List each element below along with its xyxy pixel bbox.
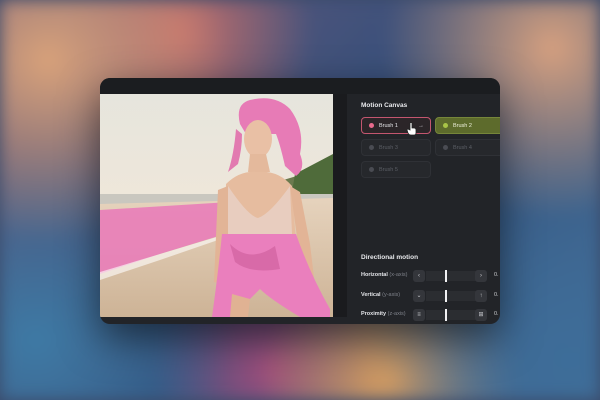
image-canvas[interactable] bbox=[100, 94, 333, 317]
horizontal-label: Horizontal (x-axis) bbox=[361, 272, 408, 278]
chevron-right-icon[interactable]: › bbox=[475, 270, 487, 282]
horizontal-slider-thumb[interactable] bbox=[445, 270, 447, 282]
proximity-slider-thumb[interactable] bbox=[445, 309, 447, 321]
beach-photo bbox=[100, 94, 333, 317]
horizontal-value: 0. bbox=[494, 272, 499, 278]
brush-5-color-dot bbox=[369, 167, 374, 172]
vertical-label: Vertical (y-axis) bbox=[361, 292, 401, 298]
brush-4-label: Brush 4 bbox=[453, 144, 472, 151]
chevron-left-icon[interactable]: ‹ bbox=[413, 270, 425, 282]
hand-pointer-icon bbox=[406, 122, 417, 136]
brush-3-button[interactable]: Brush 3 bbox=[361, 139, 431, 156]
brush-2-label: Brush 2 bbox=[453, 122, 472, 129]
proximity-motion-row: Proximity (z-axis) ≡ ⊞ 0. bbox=[361, 309, 500, 321]
directional-motion-title: Directional motion bbox=[361, 254, 419, 261]
brush-2-button[interactable]: Brush 2 bbox=[435, 117, 500, 134]
brush-5-label: Brush 5 bbox=[379, 166, 398, 173]
horizontal-motion-row: Horizontal (x-axis) ‹ › 0. bbox=[361, 270, 500, 282]
brush-1-color-dot bbox=[369, 123, 374, 128]
horizontal-slider-track[interactable] bbox=[426, 271, 478, 281]
brush-4-button[interactable]: Brush 4 bbox=[435, 139, 500, 156]
top-bar bbox=[100, 78, 500, 94]
vertical-value: 0. bbox=[494, 292, 499, 298]
brush-5-button[interactable]: Brush 5 bbox=[361, 161, 431, 178]
zoom-in-icon[interactable]: ⊞ bbox=[475, 309, 487, 321]
proximity-slider-track[interactable] bbox=[426, 310, 478, 320]
brush-4-color-dot bbox=[443, 145, 448, 150]
proximity-value: 0. bbox=[494, 311, 499, 317]
motion-canvas-title: Motion Canvas bbox=[361, 102, 408, 109]
proximity-label: Proximity (z-axis) bbox=[361, 311, 406, 317]
brush-1-label: Brush 1 bbox=[379, 122, 398, 129]
panel-divider bbox=[333, 94, 347, 317]
arrow-right-icon: → bbox=[418, 122, 424, 129]
brush-3-label: Brush 3 bbox=[379, 144, 398, 151]
brush-1-button[interactable]: Brush 1 → bbox=[361, 117, 431, 134]
arrow-up-icon[interactable]: ↑ bbox=[475, 290, 487, 302]
chevron-down-icon[interactable]: ⌄ bbox=[413, 290, 425, 302]
brush-3-color-dot bbox=[369, 145, 374, 150]
vertical-slider-track[interactable] bbox=[426, 291, 478, 301]
controls-panel: Motion Canvas Brush 1 → Brush 2 Brush 3 … bbox=[347, 94, 500, 324]
vertical-motion-row: Vertical (y-axis) ⌄ ↑ 0. bbox=[361, 290, 500, 302]
brush-2-color-dot bbox=[443, 123, 448, 128]
zoom-out-icon[interactable]: ≡ bbox=[413, 309, 425, 321]
vertical-slider-thumb[interactable] bbox=[445, 290, 447, 302]
app-window: Motion Canvas Brush 1 → Brush 2 Brush 3 … bbox=[100, 78, 500, 324]
